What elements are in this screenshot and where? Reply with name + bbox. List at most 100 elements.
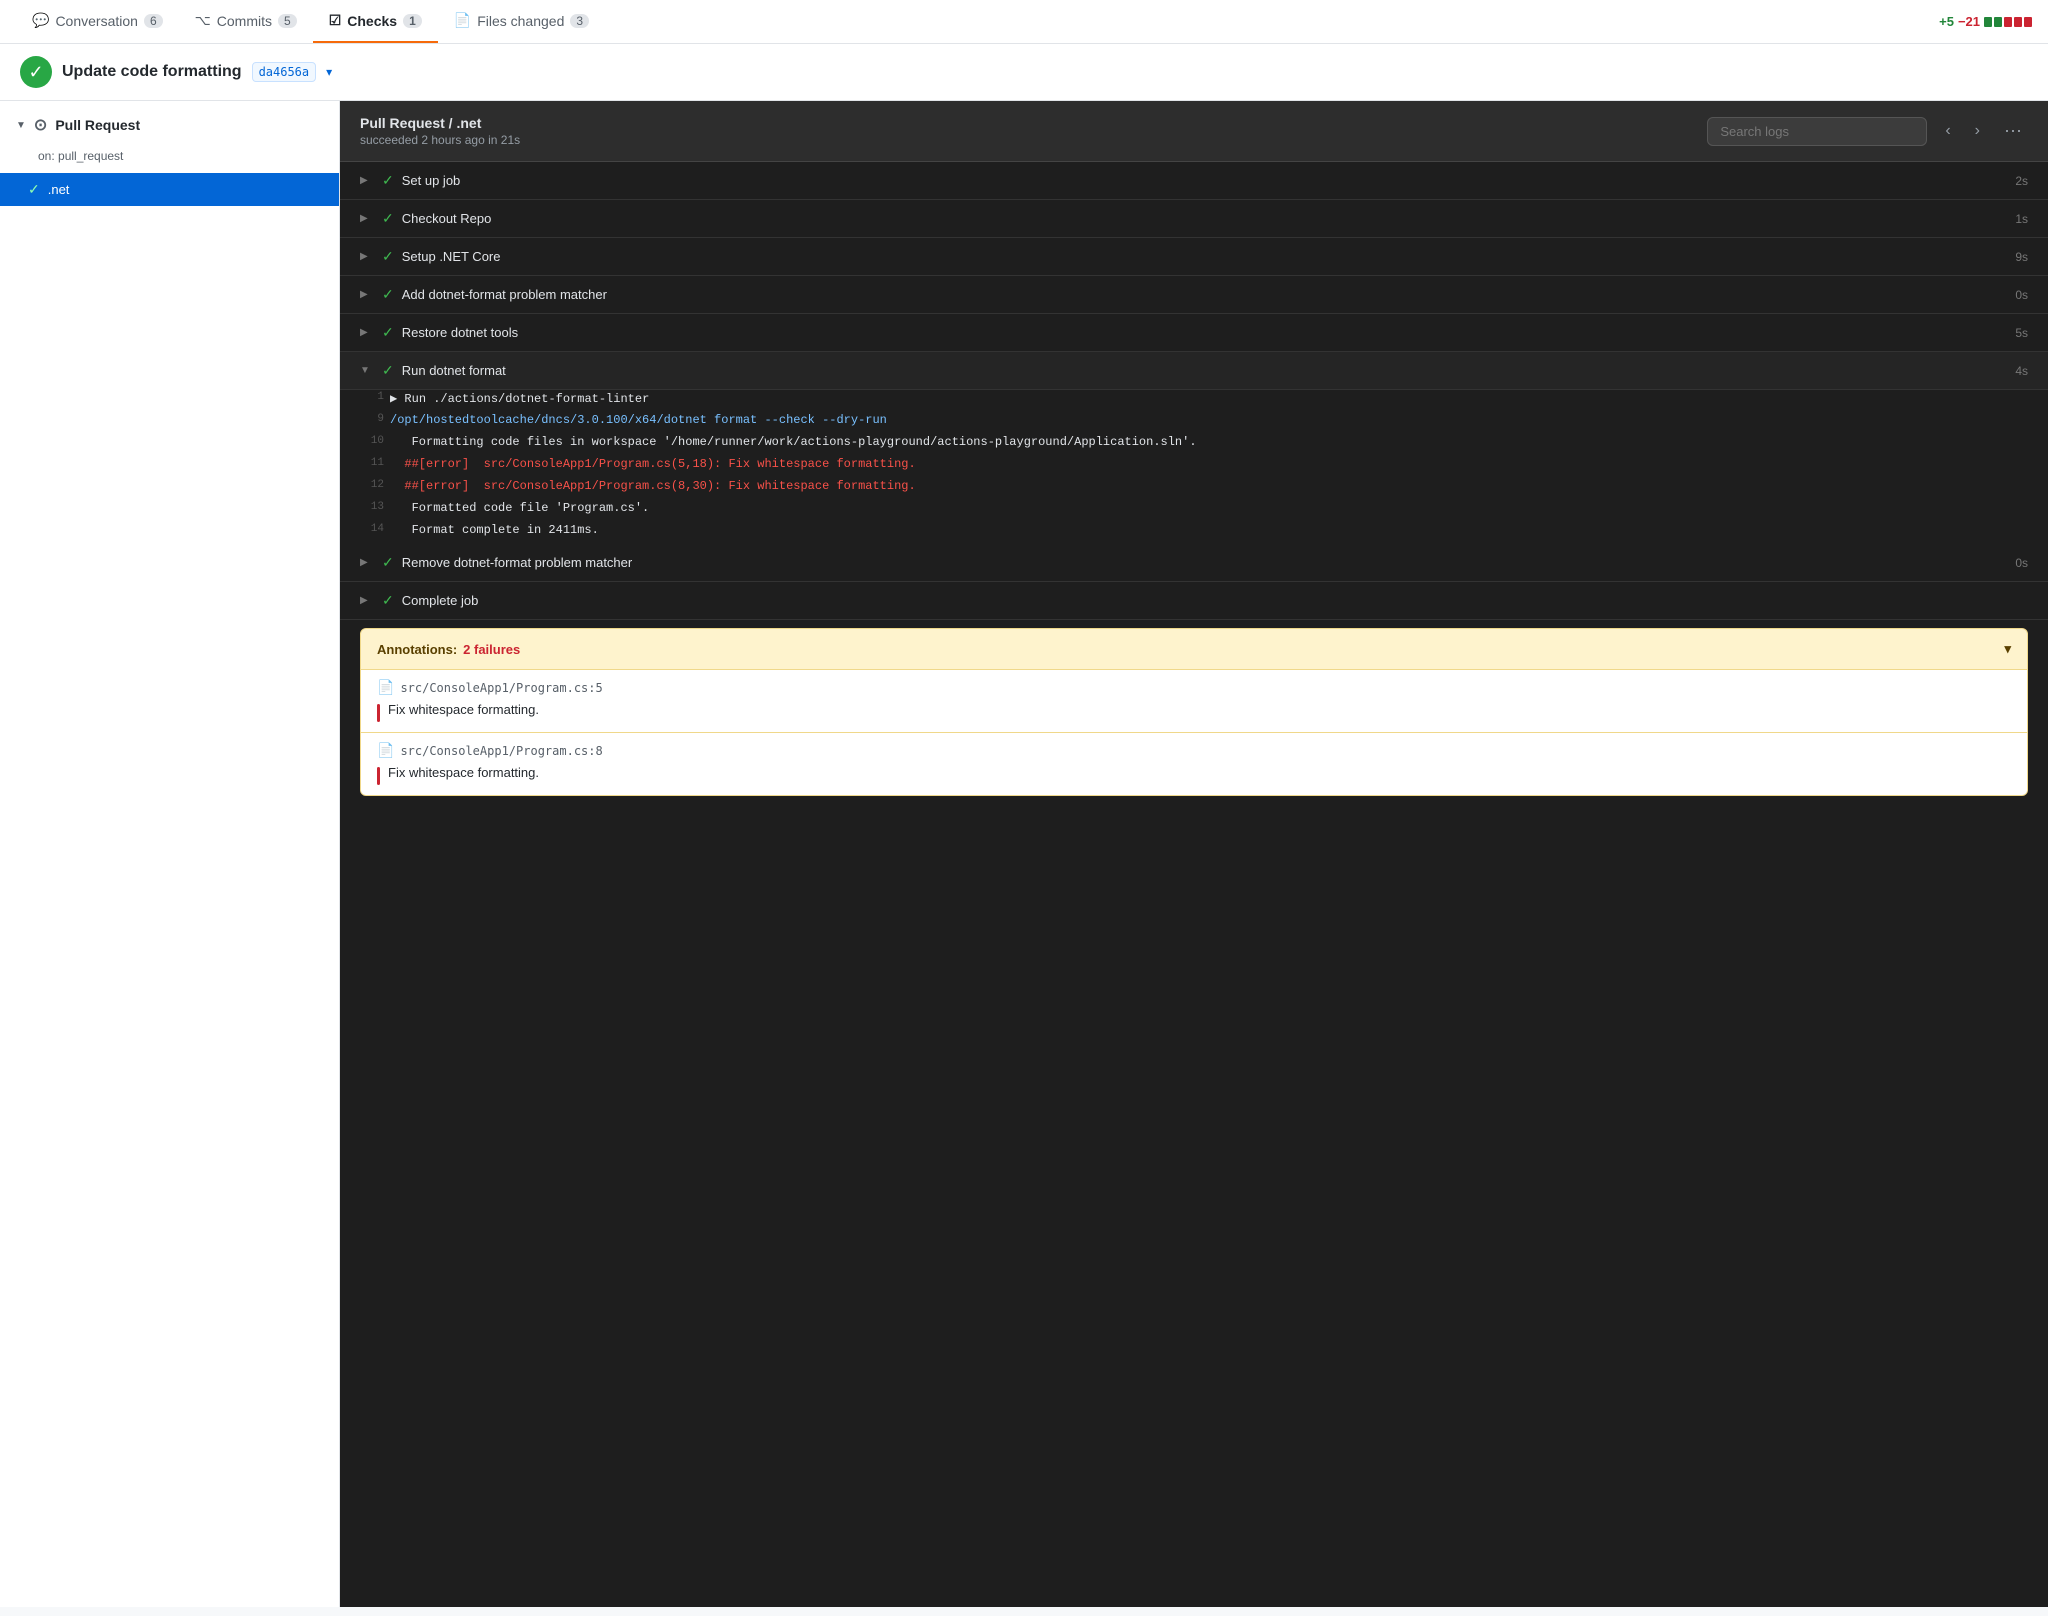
commit-bar: ✓ Update code formatting da4656a ▾ (0, 44, 2048, 101)
tab-conversation-badge: 6 (144, 14, 163, 28)
step-time: 1s (2015, 212, 2028, 226)
tab-checks-badge: 1 (403, 14, 422, 28)
diff-bar-1 (1984, 17, 1992, 27)
tab-files-badge: 3 (570, 14, 589, 28)
log-line-14: 14 Format complete in 2411ms. (340, 522, 2048, 544)
annotation-file-1: 📄 src/ConsoleApp1/Program.cs:5 (377, 680, 2011, 696)
sidebar-check-icon: ✓ (28, 181, 40, 198)
diff-bar-5 (2024, 17, 2032, 27)
sidebar: ▼ ⊙ Pull Request on: pull_request ✓ .net (0, 101, 340, 1607)
step-chevron-icon: ▶ (360, 175, 374, 186)
log-text: /opt/hostedtoolcache/dncs/3.0.100/x64/do… (390, 413, 887, 427)
step-label: Add dotnet-format problem matcher (402, 287, 2008, 302)
log-text: Format complete in 2411ms. (390, 523, 599, 537)
sidebar-chevron-icon: ▼ (16, 120, 26, 131)
log-text: Formatting code files in workspace '/hom… (390, 435, 1197, 449)
tab-files-changed[interactable]: 📄 Files changed 3 (438, 0, 605, 43)
content-panel: Pull Request / .net succeeded 2 hours ag… (340, 101, 2048, 1607)
log-content: 1 ▶ Run ./actions/dotnet-format-linter 9… (340, 390, 2048, 544)
tab-commits-label: Commits (217, 13, 272, 29)
annotations-box: Annotations: 2 failures ▾ 📄 src/ConsoleA… (360, 628, 2028, 796)
tab-checks-label: Checks (347, 13, 397, 29)
step-chevron-icon: ▶ (360, 327, 374, 338)
step-check-icon: ✓ (382, 172, 394, 189)
step-label: Remove dotnet-format problem matcher (402, 555, 2008, 570)
diff-bar-4 (2014, 17, 2022, 27)
step-label: Restore dotnet tools (402, 325, 2008, 340)
annotation-item-1: 📄 src/ConsoleApp1/Program.cs:5 Fix white… (361, 669, 2027, 732)
annotation-error-bar (377, 704, 380, 722)
top-nav: 💬 Conversation 6 ⌥ Commits 5 ☑ Checks 1 … (0, 0, 2048, 44)
annotation-error-2: Fix whitespace formatting. (377, 765, 2011, 785)
sidebar-item-net-label: .net (48, 182, 70, 197)
log-num: 9 (360, 413, 384, 425)
step-run-format[interactable]: ▼ ✓ Run dotnet format 4s (340, 352, 2048, 390)
step-add-matcher[interactable]: ▶ ✓ Add dotnet-format problem matcher 0s (340, 276, 2048, 314)
log-num: 13 (360, 501, 384, 513)
tab-commits-badge: 5 (278, 14, 297, 28)
content-breadcrumb: Pull Request / .net (360, 115, 1695, 131)
annotation-message-1: Fix whitespace formatting. (388, 702, 539, 717)
step-check-icon: ✓ (382, 324, 394, 341)
commit-check-icon: ✓ (20, 56, 52, 88)
step-label: Setup .NET Core (402, 249, 2008, 264)
log-text: ##[error] src/ConsoleApp1/Program.cs(8,3… (390, 479, 916, 493)
conversation-icon: 💬 (32, 12, 49, 29)
step-time: 2s (2015, 174, 2028, 188)
commits-icon: ⌥ (195, 12, 211, 29)
main-layout: ▼ ⊙ Pull Request on: pull_request ✓ .net… (0, 101, 2048, 1607)
tab-files-label: Files changed (477, 13, 564, 29)
commit-title: Update code formatting (62, 63, 242, 81)
file-icon: 📄 (377, 743, 394, 759)
log-num: 10 (360, 435, 384, 447)
step-check-icon: ✓ (382, 210, 394, 227)
sidebar-item-net[interactable]: ✓ .net (0, 173, 339, 206)
commit-dropdown[interactable]: ▾ (326, 65, 332, 79)
step-check-icon: ✓ (382, 554, 394, 571)
diff-add: +5 (1939, 14, 1954, 29)
log-num: 12 (360, 479, 384, 491)
annotations-chevron-icon: ▾ (2004, 641, 2011, 657)
annotation-error-1: Fix whitespace formatting. (377, 702, 2011, 722)
log-line-1: 1 ▶ Run ./actions/dotnet-format-linter (340, 390, 2048, 412)
step-time: 5s (2015, 326, 2028, 340)
step-check-icon: ✓ (382, 286, 394, 303)
log-num: 14 (360, 523, 384, 535)
annotations-header[interactable]: Annotations: 2 failures ▾ (361, 629, 2027, 669)
sidebar-workflow-header[interactable]: ▼ ⊙ Pull Request (0, 101, 339, 149)
annotations-count: 2 failures (463, 642, 520, 657)
annotation-file-path-1: src/ConsoleApp1/Program.cs:5 (400, 681, 602, 695)
log-line-12: 12 ##[error] src/ConsoleApp1/Program.cs(… (340, 478, 2048, 500)
step-checkout-repo[interactable]: ▶ ✓ Checkout Repo 1s (340, 200, 2048, 238)
log-line-11: 11 ##[error] src/ConsoleApp1/Program.cs(… (340, 456, 2048, 478)
step-setup-job[interactable]: ▶ ✓ Set up job 2s (340, 162, 2048, 200)
step-complete-job[interactable]: ▶ ✓ Complete job (340, 582, 2048, 620)
annotation-message-2: Fix whitespace formatting. (388, 765, 539, 780)
step-chevron-icon: ▶ (360, 557, 374, 568)
step-restore-tools[interactable]: ▶ ✓ Restore dotnet tools 5s (340, 314, 2048, 352)
step-chevron-icon: ▶ (360, 289, 374, 300)
nav-prev-button[interactable]: ‹ (1939, 118, 1956, 144)
tab-conversation-label: Conversation (55, 13, 138, 29)
log-line-10: 10 Formatting code files in workspace '/… (340, 434, 2048, 456)
nav-next-button[interactable]: › (1969, 118, 1986, 144)
tab-conversation[interactable]: 💬 Conversation 6 (16, 0, 179, 43)
more-options-button[interactable]: ⋯ (1998, 117, 2028, 146)
step-time: 0s (2015, 556, 2028, 570)
content-header-text: Pull Request / .net succeeded 2 hours ag… (360, 115, 1695, 147)
step-label: Run dotnet format (402, 363, 2008, 378)
log-text: ▶ Run ./actions/dotnet-format-linter (390, 391, 649, 406)
content-subtitle: succeeded 2 hours ago in 21s (360, 133, 1695, 147)
tab-checks[interactable]: ☑ Checks 1 (313, 0, 438, 43)
diff-bar-3 (2004, 17, 2012, 27)
step-time: 4s (2015, 364, 2028, 378)
search-input[interactable] (1707, 117, 1927, 146)
log-text: ##[error] src/ConsoleApp1/Program.cs(5,1… (390, 457, 916, 471)
log-line-13: 13 Formatted code file 'Program.cs'. (340, 500, 2048, 522)
step-remove-matcher[interactable]: ▶ ✓ Remove dotnet-format problem matcher… (340, 544, 2048, 582)
commit-hash[interactable]: da4656a (252, 62, 317, 82)
files-icon: 📄 (454, 12, 471, 29)
step-setup-net-core[interactable]: ▶ ✓ Setup .NET Core 9s (340, 238, 2048, 276)
log-text: Formatted code file 'Program.cs'. (390, 501, 649, 515)
tab-commits[interactable]: ⌥ Commits 5 (179, 0, 313, 43)
